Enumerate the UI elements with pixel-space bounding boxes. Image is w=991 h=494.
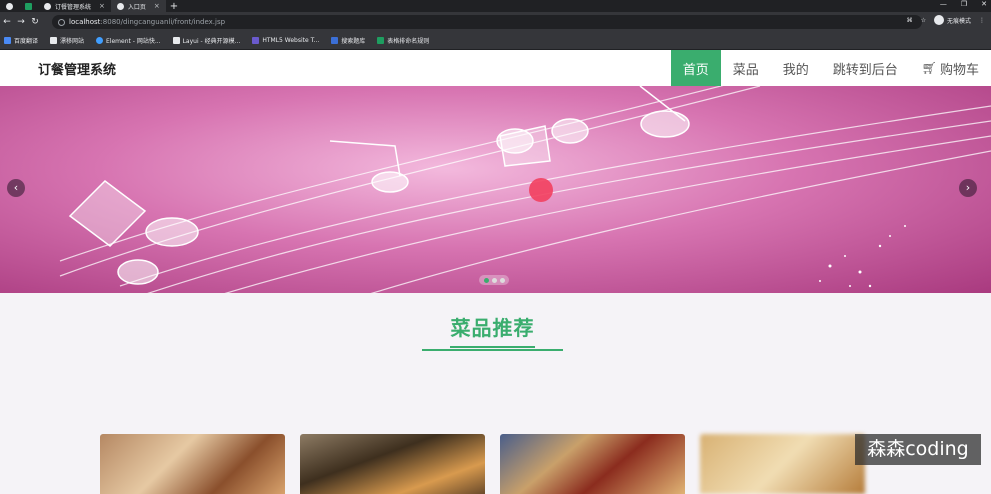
globe-icon [44, 2, 51, 10]
nav-home[interactable]: 首页 [670, 50, 721, 86]
tab-title: 入口页 [127, 3, 146, 11]
tab-title: 订餐管理系统 [55, 3, 92, 11]
incognito-icon [933, 15, 944, 25]
bookmark-label: 百度翻译 [14, 38, 39, 45]
back-icon[interactable]: ← [0, 17, 14, 27]
carousel-dot[interactable] [491, 277, 497, 283]
bookmark-icon [50, 37, 58, 44]
carousel-prev-button[interactable]: ‹ [7, 179, 25, 197]
main-nav: 首页 菜品 我的 跳转到后台 🛒︎ 购物车 [670, 50, 991, 86]
music-notes-illustration [59, 86, 991, 293]
window-controls: — ❐ ✕ [940, 0, 987, 8]
carousel-dot[interactable] [499, 277, 505, 283]
bookmark-label: Layui - 经典开源模... [182, 38, 241, 45]
reload-icon[interactable]: ↻ [28, 17, 42, 27]
star-icon[interactable]: ☆ [921, 17, 926, 24]
browser-tab[interactable] [0, 0, 19, 12]
carousel-next-button[interactable]: › [959, 179, 977, 197]
bookmark-item[interactable]: Layui - 经典开源模... [172, 36, 241, 45]
nav-dishes[interactable]: 菜品 [721, 50, 771, 86]
url-path: :8080/dingcanguanli/front/index.jsp [100, 18, 226, 26]
bookmark-icon [331, 37, 339, 44]
incognito-label: 无痕模式 [946, 17, 971, 25]
bookmark-icon [172, 37, 180, 44]
bookmark-item[interactable]: 百度翻译 [4, 36, 38, 45]
bookmark-item[interactable]: 表格排命名规则 [377, 36, 429, 45]
banner-carousel[interactable]: ‹ › [0, 86, 991, 293]
site-brand[interactable]: 订餐管理系统 [38, 59, 116, 78]
dish-card-image[interactable] [100, 434, 285, 494]
bookmark-icon [4, 37, 11, 44]
restore-icon[interactable]: ❐ [961, 0, 967, 8]
carousel-dot[interactable] [483, 277, 489, 283]
browser-address-bar: ← → ↻ localhost:8080/dingcanguanli/front… [0, 12, 991, 32]
browser-tab-admin[interactable]: 订餐管理系统 × [38, 0, 111, 12]
url-host: localhost [69, 18, 101, 26]
browser-tab-bar: 订餐管理系统 × 入口页 × + — ❐ ✕ [0, 0, 991, 12]
bookmark-icon [252, 37, 260, 44]
bookmark-item[interactable]: 搜索题库 [331, 36, 365, 45]
bookmark-label: 搜索题库 [341, 38, 366, 45]
nav-cart[interactable]: 🛒︎ 购物车 [910, 50, 991, 86]
section-title: 菜品推荐 [450, 316, 535, 340]
title-underline [450, 346, 535, 348]
video-watermark: 森森coding [855, 434, 981, 465]
close-icon[interactable]: × [154, 2, 160, 10]
browser-tab[interactable] [19, 0, 38, 12]
close-window-icon[interactable]: ✕ [981, 0, 987, 8]
forward-icon[interactable]: → [14, 17, 28, 27]
bookmark-label: 漂移网站 [60, 38, 85, 45]
app-favicon-icon [25, 2, 32, 10]
close-icon[interactable]: × [99, 2, 105, 10]
cart-icon: 🛒︎ [921, 61, 937, 75]
minimize-icon[interactable]: — [940, 0, 947, 8]
dish-card-image[interactable] [300, 434, 485, 494]
new-tab-button[interactable]: + [170, 1, 178, 12]
incognito-badge[interactable]: 无痕模式 [933, 15, 971, 25]
bookmark-item[interactable]: Element - 网站快... [96, 36, 161, 45]
info-icon[interactable] [58, 18, 65, 26]
url-input[interactable]: localhost:8080/dingcanguanli/front/index… [52, 15, 922, 29]
mouse-cursor-highlight [529, 178, 553, 202]
bookmark-item[interactable]: HTML5 Website T... [252, 37, 319, 44]
translate-icon[interactable]: ⌘ [907, 17, 913, 24]
dish-card-image[interactable] [700, 434, 865, 494]
menu-icon[interactable]: ⋮ [979, 17, 985, 24]
dish-card-image[interactable] [500, 434, 685, 494]
carousel-indicators [479, 275, 509, 285]
nav-mine[interactable]: 我的 [771, 50, 821, 86]
bookmark-icon [96, 37, 104, 44]
nav-admin[interactable]: 跳转到后台 [821, 50, 910, 86]
bookmark-label: 表格排命名规则 [387, 38, 430, 45]
title-underline-long [422, 349, 563, 351]
bookmark-label: Element - 网站快... [106, 38, 161, 45]
globe-icon [6, 2, 13, 10]
dish-card-list [100, 434, 865, 494]
address-bar-actions: ⌘ ☆ 无痕模式 ⋮ [907, 15, 985, 25]
bookmark-icon [377, 37, 385, 44]
globe-icon [116, 2, 124, 10]
bookmark-item[interactable]: 漂移网站 [50, 36, 84, 45]
bookmarks-bar: 百度翻译 漂移网站 Element - 网站快... Layui - 经典开源模… [0, 32, 991, 50]
browser-tab-entry[interactable]: 入口页 × [110, 0, 166, 12]
nav-cart-label: 购物车 [939, 62, 979, 78]
bookmark-label: HTML5 Website T... [262, 37, 320, 44]
site-header: 订餐管理系统 首页 菜品 我的 跳转到后台 🛒︎ 购物车 [0, 50, 991, 86]
